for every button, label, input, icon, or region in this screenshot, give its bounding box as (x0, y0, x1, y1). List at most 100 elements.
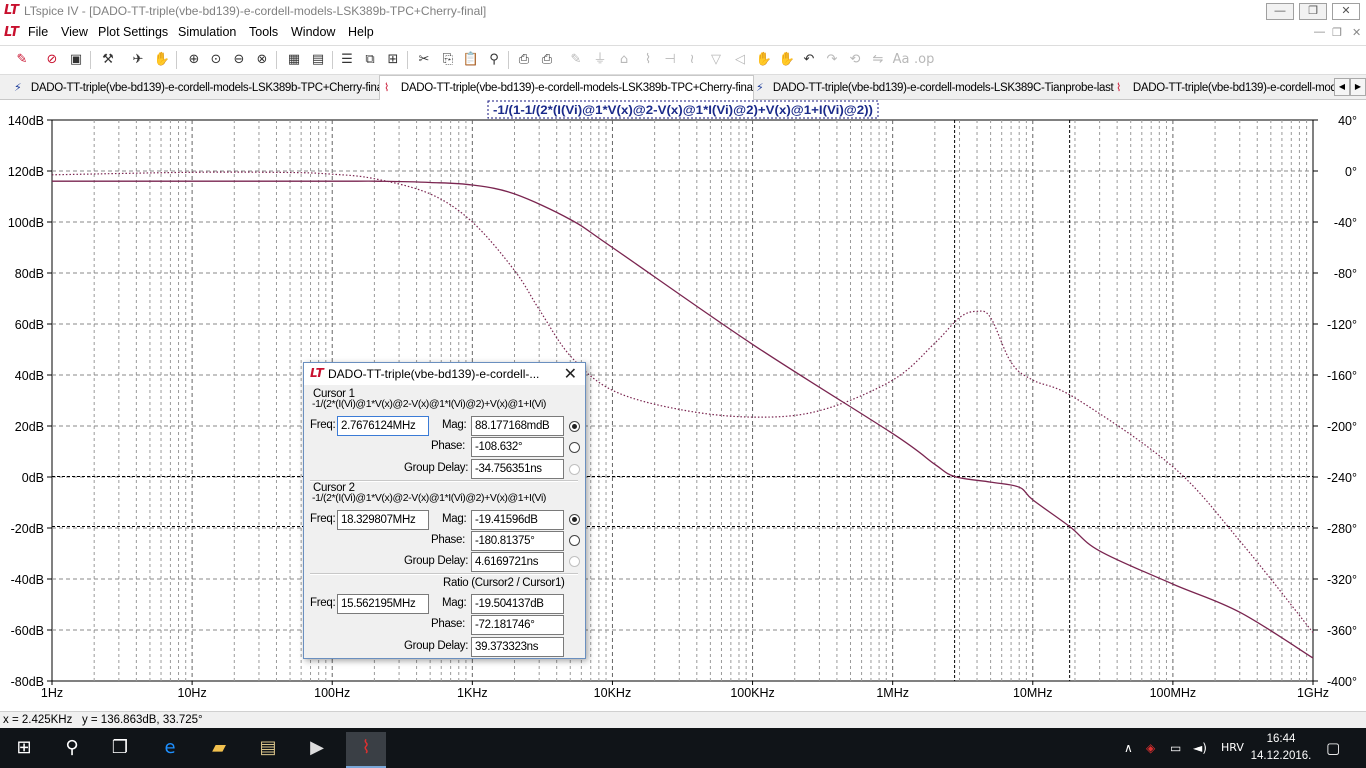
search-icon[interactable]: ⚲ (52, 732, 92, 764)
menu-tools[interactable]: Tools (249, 25, 278, 39)
system-clock[interactable]: 16:44 14.12.2016. (1246, 731, 1316, 765)
waveform-plot[interactable]: 140dB 40° 120dB 0° 100dB -40° 80dB -80° 60dB -120… (0, 100, 1366, 710)
control-panel-icon[interactable]: ⚒ (98, 50, 118, 70)
notifications-icon[interactable]: ▢ (1326, 728, 1340, 768)
wire-icon[interactable]: ✎ (566, 50, 586, 70)
cursor1-mag-field[interactable]: 88.177168mdB (471, 416, 564, 436)
pan-icon[interactable]: ⊙ (206, 50, 226, 70)
antivirus-tray-icon[interactable]: ◈ (1146, 728, 1155, 768)
ltspice-taskbar-icon[interactable]: ⌇ (346, 732, 386, 768)
menu-window[interactable]: Window (291, 25, 335, 39)
run-icon[interactable]: ✈ (128, 50, 148, 70)
component-icon[interactable]: ◁ (730, 50, 750, 70)
tab-schematic-2[interactable]: ⚡ DADO-TT-triple(vbe-bd139)-e-cordell-mo… (752, 77, 1115, 98)
redo-icon[interactable]: ↷ (822, 50, 842, 70)
ratio-mag-label: Mag: (442, 597, 467, 609)
print-icon[interactable]: ⎙ (537, 50, 557, 70)
print-preview-icon[interactable]: ⎙ (514, 50, 534, 70)
diode-icon[interactable]: ▽ (706, 50, 726, 70)
label-icon[interactable]: ⌂ (614, 50, 634, 70)
open-icon[interactable]: ⊘ (42, 50, 62, 70)
volume-tray-icon[interactable]: ◄) (1193, 728, 1207, 768)
ratio-phase-field[interactable]: -72.181746° (471, 615, 564, 635)
autorange-icon[interactable]: ▦ (284, 50, 304, 70)
cursor1-phase-field[interactable]: -108.632° (471, 437, 564, 457)
minimize-button[interactable]: — (1266, 3, 1294, 20)
dialog-title-bar[interactable]: LT DADO-TT-triple(vbe-bd139)-e-cordell-.… (304, 363, 585, 385)
tab-scroll-left-button[interactable]: ◀ (1334, 78, 1350, 96)
x-tick-label: 100KHz (730, 686, 774, 700)
move-icon[interactable]: ✋ (754, 50, 774, 70)
cursor1-group-delay-radio[interactable] (569, 464, 580, 475)
close-button[interactable]: ✕ (1332, 3, 1360, 20)
cursor1-freq-field[interactable]: 2.7676124MHz (337, 416, 429, 436)
rotate-icon[interactable]: ⟲ (845, 50, 865, 70)
mirror-icon[interactable]: ⇋ (868, 50, 888, 70)
cursor1-phase-radio[interactable] (569, 442, 580, 453)
cursor2-group-delay-field[interactable]: 4.6169721ns (471, 552, 564, 572)
cursor2-mag-radio[interactable] (569, 514, 580, 525)
resistor-icon[interactable]: ⌇ (638, 50, 658, 70)
maximize-button[interactable]: ❐ (1299, 3, 1327, 20)
cut-icon[interactable]: ✂ (414, 50, 434, 70)
ratio-mag-field[interactable]: -19.504137dB (471, 594, 564, 614)
paste-icon[interactable]: 📋 (461, 50, 481, 70)
doc-close-button[interactable]: ✕ (1352, 26, 1361, 39)
tray-overflow-icon[interactable]: ∧ (1124, 728, 1133, 768)
waveform-icon: ⌇ (1116, 81, 1122, 94)
media-app-icon[interactable]: ▶ (297, 732, 337, 764)
menu-file[interactable]: File (28, 25, 48, 39)
copy-icon[interactable]: ⎘ (438, 50, 458, 70)
halt-icon[interactable]: ✋ (152, 50, 172, 70)
tab-scroll-right-button[interactable]: ▶ (1350, 78, 1366, 96)
drag-icon[interactable]: ✋ (777, 50, 797, 70)
x-tick-label: 1KHz (457, 686, 488, 700)
cursor2-mag-field[interactable]: -19.41596dB (471, 510, 564, 530)
ratio-group-delay-field[interactable]: 39.373323ns (471, 637, 564, 657)
menu-view[interactable]: View (61, 25, 88, 39)
menu-plot-settings[interactable]: Plot Settings (98, 25, 168, 39)
tab-waveform-active[interactable]: ⌇ DADO-TT-triple(vbe-bd139)-e-cordell-mo… (379, 75, 754, 100)
grid-icon[interactable]: ▤ (308, 50, 328, 70)
tab-waveform-2[interactable]: ⌇ DADO-TT-triple(vbe-bd139)-e-cordell-mo… (1112, 77, 1341, 98)
dialog-close-icon[interactable]: ✕ (564, 364, 577, 384)
document-logo-icon[interactable]: LT (4, 25, 19, 40)
folder-app-icon[interactable]: ▤ (248, 732, 288, 764)
new-schematic-icon[interactable]: ✎ (12, 50, 32, 70)
ground-icon[interactable]: ⏚ (590, 50, 610, 70)
menu-help[interactable]: Help (348, 25, 374, 39)
inductor-icon[interactable]: ≀ (682, 50, 702, 70)
tab-schematic-1[interactable]: ⚡ DADO-TT-triple(vbe-bd139)-e-cordell-mo… (10, 77, 380, 98)
tile-vertical-icon[interactable]: ⊞ (383, 50, 403, 70)
text-icon[interactable]: Aa (891, 50, 911, 70)
cursor1-mag-radio[interactable] (569, 421, 580, 432)
cursor2-freq-field[interactable]: 18.329807MHz (337, 510, 429, 530)
tile-horizontal-icon[interactable]: ☰ (337, 50, 357, 70)
cursor1-group-delay-field[interactable]: -34.756351ns (471, 459, 564, 479)
doc-minimize-button[interactable]: — (1314, 26, 1325, 38)
ratio-freq-field[interactable]: 15.562195MHz (337, 594, 429, 614)
undo-icon[interactable]: ↶ (799, 50, 819, 70)
zoom-in-icon[interactable]: ⊕ (184, 50, 204, 70)
find-icon[interactable]: ⚲ (484, 50, 504, 70)
file-explorer-icon[interactable]: ▰ (199, 732, 239, 764)
trace-label[interactable]: -1/(1-1/(2*(I(Vi)@1*V(x)@2-V(x)@1*I(Vi)@… (493, 103, 873, 117)
spice-directive-icon[interactable]: .op (914, 50, 934, 70)
x-tick-label: 1Hz (41, 686, 63, 700)
save-icon[interactable]: ▣ (66, 50, 86, 70)
menu-simulation[interactable]: Simulation (178, 25, 236, 39)
task-view-icon[interactable]: ❐ (100, 732, 140, 764)
capacitor-icon[interactable]: ⊣ (660, 50, 680, 70)
zoom-out-icon[interactable]: ⊖ (229, 50, 249, 70)
doc-restore-button[interactable]: ❐ (1332, 26, 1342, 39)
network-tray-icon[interactable]: ▭ (1170, 728, 1181, 768)
cursor2-phase-field[interactable]: -180.81375° (471, 531, 564, 551)
cursor2-phase-radio[interactable] (569, 535, 580, 546)
bode-plot-svg[interactable]: 140dB 40° 120dB 0° 100dB -40° 80dB -80° 60dB -120… (0, 100, 1366, 710)
cascade-icon[interactable]: ⧉ (360, 50, 380, 70)
cursor2-group-delay-radio[interactable] (569, 556, 580, 567)
edge-browser-icon[interactable]: e (150, 732, 190, 764)
language-indicator[interactable]: HRV (1221, 728, 1244, 768)
zoom-fit-icon[interactable]: ⊗ (252, 50, 272, 70)
windows-start-icon[interactable]: ⊞ (4, 732, 44, 764)
